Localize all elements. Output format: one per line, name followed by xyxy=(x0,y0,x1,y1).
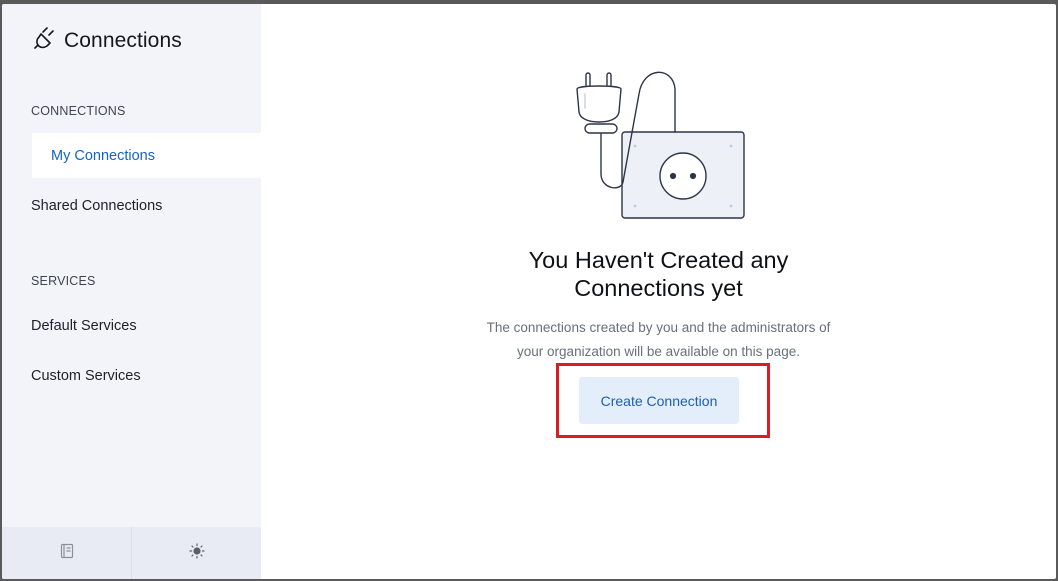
plug-socket-illustration xyxy=(561,64,761,239)
sidebar-item-custom-services[interactable]: Custom Services xyxy=(31,368,141,384)
sidebar-item-shared-connections[interactable]: Shared Connections xyxy=(31,198,162,214)
empty-state-description: The connections created by you and the a… xyxy=(261,316,1056,364)
notebook-icon xyxy=(60,543,74,564)
empty-state-title-line2: Connections yet xyxy=(574,275,743,301)
section-label-connections: CONNECTIONS xyxy=(31,104,126,118)
sidebar: Connections CONNECTIONS My Connections S… xyxy=(2,4,261,579)
empty-state-title-line1: You Haven't Created any xyxy=(528,247,789,273)
empty-state-title: You Haven't Created any Connections yet xyxy=(261,246,1056,302)
connections-window: Connections CONNECTIONS My Connections S… xyxy=(2,4,1056,579)
main-content: You Haven't Created any Connections yet … xyxy=(261,4,1056,579)
empty-state-description-line1: The connections created by you and the a… xyxy=(486,320,831,335)
create-connection-button[interactable]: Create Connection xyxy=(579,377,739,424)
sidebar-footer xyxy=(2,527,261,579)
sidebar-item-label: My Connections xyxy=(51,147,155,164)
section-label-services: SERVICES xyxy=(31,274,96,288)
sidebar-item-default-services[interactable]: Default Services xyxy=(31,318,137,334)
empty-state-description-line2: your organization will be available on t… xyxy=(517,344,800,359)
sun-icon xyxy=(188,542,205,564)
plug-icon xyxy=(34,26,56,55)
sidebar-item-my-connections[interactable]: My Connections xyxy=(32,133,261,178)
docs-button[interactable] xyxy=(2,527,131,579)
theme-toggle-button[interactable] xyxy=(131,527,261,579)
app-brand: Connections xyxy=(34,26,182,55)
app-title: Connections xyxy=(64,28,182,52)
